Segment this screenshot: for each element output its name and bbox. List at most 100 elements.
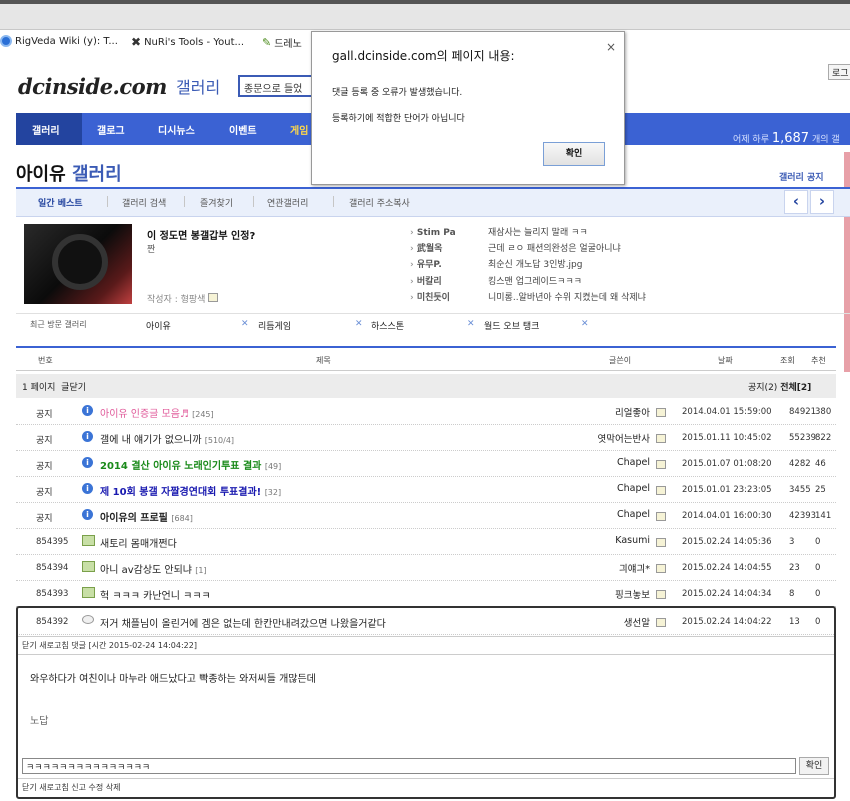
comment-header[interactable]: 닫기 새로고침 댓글 [시간 2015-02-24 14:04:22] (22, 640, 197, 651)
row-views: 42393 (789, 511, 817, 521)
row-subject[interactable]: 갤에 내 얘기가 없으니까 [510/4] (100, 431, 234, 446)
divider (18, 636, 834, 637)
writer-badge (656, 590, 666, 602)
table-header (16, 346, 836, 371)
comment-text-2: 노답 (30, 716, 49, 727)
best-list-item[interactable]: 武월옥근데 ㄹㅇ 패션의완성은 얼굴아니냐 (410, 241, 621, 254)
table-row[interactable]: 공지 i 아이유 인증글 모음♬ [245] 리얼좋아 2014.04.01 15:59… (16, 399, 836, 425)
writer-badge-icon (656, 460, 666, 469)
writer-badge-icon (208, 293, 219, 302)
row-recommend: 25 (815, 485, 826, 495)
row-number: 854393 (36, 589, 69, 599)
gallery-logo[interactable]: 갤러리 (176, 74, 220, 98)
recent-item[interactable]: 리듬게임 (258, 319, 291, 332)
best-post-author: 작성자 : 형팡색 (147, 292, 219, 305)
remove-icon[interactable]: ✕ (581, 319, 589, 329)
next-arrow-icon[interactable]: › (810, 190, 834, 214)
row-icon: i (82, 483, 93, 494)
nav-news[interactable]: 디시뉴스 (158, 122, 195, 137)
row-writer[interactable]: 긔얘긔* (594, 561, 650, 575)
row-writer[interactable]: 핑크놓보 (594, 587, 650, 601)
row-subject[interactable]: 아니 av감상도 안되냐 [1] (100, 561, 207, 576)
bookmark-nuri[interactable]: ✖ NuRi's Tools - Yout... (131, 35, 244, 49)
row-number: 공지 (36, 462, 53, 472)
writer-badge-icon (656, 590, 666, 599)
recent-item[interactable]: 아이유 (146, 319, 171, 332)
row-views: 84921 (789, 407, 817, 417)
bookmark-third[interactable]: ✎ 드레노 (262, 35, 302, 50)
tab-favorites[interactable]: 즐겨찾기 (200, 196, 233, 209)
row-number: 854395 (36, 537, 69, 547)
table-row[interactable]: 공지 i 제 10회 봉갤 자짤경연대회 투표결과! [32] Chapel 2015.… (16, 477, 836, 503)
row-subject[interactable]: 헉 ㅋㅋㅋ 카난언니 ㅋㅋㅋ (100, 587, 211, 602)
row-date: 2015.02.24 14:04:34 (682, 589, 772, 599)
row-icon (82, 535, 95, 549)
best-list-item[interactable]: Stim Pa재삼사는 늘리지 말래 ㅋㅋ (410, 225, 588, 238)
row-subject[interactable]: 새토리 몸매개쩐다 (100, 535, 177, 550)
best-post-title[interactable]: 이 정도면 봉갤갑부 인정? (147, 227, 255, 242)
table-row[interactable]: 854394 아니 av감상도 안되냐 [1] 긔얘긔* 2015.02.24 14:… (16, 555, 836, 581)
best-post-sub: 짠 (147, 245, 156, 255)
comment-text: 와우하다가 여친이나 마누라 애드났다고 빡종하는 와저씨들 개많든데 (30, 674, 316, 685)
recent-item[interactable]: 월드 오브 탱크 (484, 319, 539, 332)
tab-divider (107, 196, 108, 207)
recent-galleries (16, 313, 850, 333)
writer-badge-icon (656, 564, 666, 573)
notice-count-link[interactable]: 공지(2) (748, 383, 777, 393)
notice-total: 공지(2) 전체[2] (748, 380, 811, 393)
dialog-ok-button[interactable]: 확인 (543, 142, 605, 166)
best-list-item[interactable]: 유무P.최순신 개노답 3인방.jpg (410, 257, 583, 270)
page-title: 아이유 갤러리 (16, 164, 122, 185)
row-date: 2015.01.11 10:45:02 (682, 433, 772, 443)
col-recommend: 추천 (811, 356, 826, 365)
tab-copy-address[interactable]: 갤러리 주소복사 (349, 196, 410, 209)
total-link[interactable]: 전체[2] (780, 383, 811, 393)
divider (18, 778, 834, 779)
best-list-item[interactable]: 미친듯이니미롱..알바년아 수위 지켰는데 왜 삭제냐 (410, 290, 646, 303)
nav-event[interactable]: 이벤트 (229, 122, 257, 137)
login-button[interactable]: 로그 (828, 64, 850, 80)
writer-badge-icon (656, 408, 666, 417)
globe-icon (0, 35, 12, 47)
bookmark-rigveda[interactable]: RigVeda Wiki (y): T... (0, 35, 118, 47)
row-views: 55239 (789, 433, 817, 443)
tab-gallery-search[interactable]: 갤러리 검색 (122, 196, 166, 209)
row-subject[interactable]: 제 10회 봉갤 자짤경연대회 투표결과! [32] (100, 483, 281, 498)
recent-item[interactable]: 하스스톤 (371, 319, 404, 332)
row-writer[interactable]: Kasumi (594, 535, 650, 546)
dialog-message-2: 등록하기에 적합한 단어가 아닙니다 (332, 114, 465, 124)
table-row[interactable]: 854395 새토리 몸매개쩐다 Kasumi 2015.02.24 14:05:3… (16, 529, 836, 555)
prev-arrow-icon[interactable]: ‹ (784, 190, 808, 214)
row-subject[interactable]: 아이유의 프로필 [684] (100, 509, 193, 524)
close-icon[interactable]: × (606, 40, 616, 54)
remove-icon[interactable]: ✕ (467, 319, 475, 329)
table-row[interactable]: 공지 i 갤에 내 얘기가 없으니까 [510/4] 엿막어는반사 2015.01.11… (16, 425, 836, 451)
site-logo[interactable]: dcinside.com (18, 74, 167, 99)
best-list-item[interactable]: 버칼리킹스맨 업그레이드ㅋㅋㅋ (410, 274, 582, 287)
nav-gallog[interactable]: 갤로그 (97, 122, 125, 137)
table-row[interactable]: 854393 헉 ㅋㅋㅋ 카난언니 ㅋㅋㅋ 핑크놓보 2015.02.24 14:0… (16, 581, 836, 607)
table-row[interactable]: 공지 i 2014 결산 아이유 노래인기투표 결과 [49] Chapel 2015.… (16, 451, 836, 477)
remove-icon[interactable]: ✕ (355, 319, 363, 329)
gallery-notice-link[interactable]: 갤러리 공지 (779, 170, 824, 183)
row-subject[interactable]: 아이유 인증글 모음♬ [245] (100, 405, 214, 420)
row-writer[interactable]: Chapel (594, 457, 650, 468)
comment-footer-actions[interactable]: 닫기 새로고침 신고 수정 삭제 (22, 782, 121, 793)
row-writer[interactable]: 리얼좋아 (594, 405, 650, 419)
tab-daily-best[interactable]: 일간 베스트 (38, 196, 83, 209)
nav-gallery[interactable]: 갤러리 (32, 122, 60, 137)
row-writer[interactable]: 엿막어는반사 (594, 431, 650, 445)
row-writer[interactable]: Chapel (594, 483, 650, 494)
table-row[interactable]: 공지 i 아이유의 프로필 [684] Chapel 2014.04.01 16:00:… (16, 503, 836, 529)
nav-game[interactable]: 게임 (290, 122, 308, 137)
row-recommend: 141 (815, 511, 832, 521)
search-input[interactable]: 종문으로 들었 (238, 75, 318, 97)
close-list-link[interactable]: 글닫기 (61, 383, 86, 393)
tab-divider (184, 196, 185, 207)
remove-icon[interactable]: ✕ (241, 319, 249, 329)
row-subject[interactable]: 2014 결산 아이유 노래인기투표 결과 [49] (100, 457, 281, 472)
comment-input[interactable]: ㅋㅋㅋㅋㅋㅋㅋㅋㅋㅋㅋㅋㅋㅋㅋ (22, 758, 796, 774)
row-writer[interactable]: Chapel (594, 509, 650, 520)
comment-submit-button[interactable]: 확인 (799, 757, 829, 775)
tab-related[interactable]: 연관갤러리 (267, 196, 308, 209)
